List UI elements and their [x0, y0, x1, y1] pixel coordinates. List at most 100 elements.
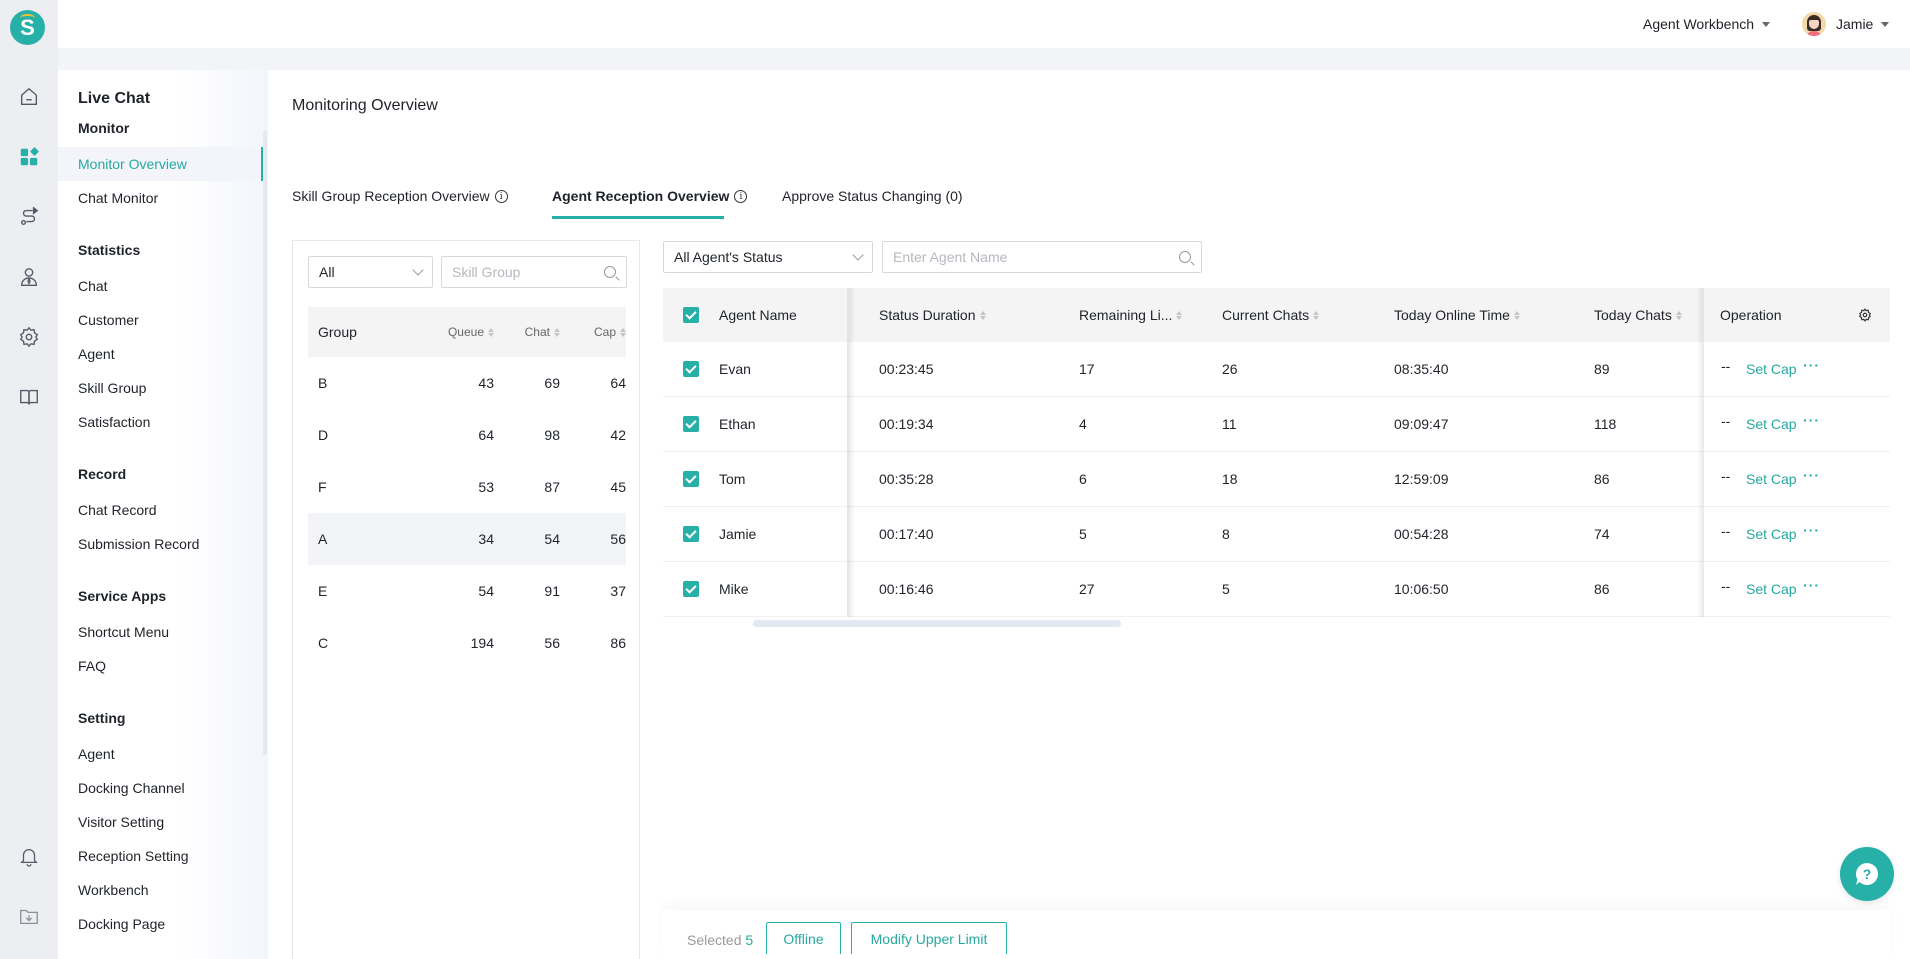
sidebar-item-skill-group[interactable]: Skill Group: [58, 371, 263, 405]
sidebar-item-docking-page[interactable]: Docking Page: [58, 907, 263, 941]
checkbox-checked-icon: [683, 361, 699, 377]
sidebar-item-satisfaction[interactable]: Satisfaction: [58, 405, 263, 439]
offline-button[interactable]: Offline: [766, 922, 841, 954]
more-actions-icon[interactable]: ···: [1803, 338, 1820, 392]
col-queue[interactable]: Queue: [428, 325, 494, 339]
group-filter-select[interactable]: All: [308, 256, 433, 288]
remaining-limit: 27: [1079, 581, 1095, 597]
select-all-checkbox[interactable]: [683, 288, 699, 342]
sidebar-item-chat[interactable]: Chat: [58, 269, 263, 303]
sort-icon[interactable]: [1176, 310, 1183, 320]
tab-skill-group-reception[interactable]: Skill Group Reception Overview i: [292, 188, 508, 218]
sidebar-item-submission-record[interactable]: Submission Record: [58, 527, 263, 561]
group-name: B: [318, 375, 328, 391]
more-actions-icon[interactable]: ···: [1803, 393, 1820, 447]
help-button[interactable]: ?: [1840, 847, 1894, 901]
group-table-row[interactable]: E 54 91 37: [308, 565, 626, 617]
sidebar-item-chat-monitor[interactable]: Chat Monitor: [58, 181, 263, 215]
row-checkbox[interactable]: [683, 397, 699, 451]
col-cap[interactable]: Cap: [560, 325, 626, 339]
col-status-duration[interactable]: Status Duration: [879, 288, 986, 342]
settings-icon[interactable]: [16, 324, 42, 350]
group-table-row[interactable]: F 53 87 45: [308, 461, 626, 513]
set-cap-link[interactable]: Set Cap: [1746, 342, 1797, 396]
agent-name-search-input[interactable]: [893, 249, 1179, 265]
sidebar-item-reception-setting[interactable]: Reception Setting: [58, 839, 263, 873]
group-queue: 43: [478, 375, 494, 391]
group-table-row[interactable]: B 43 69 64: [308, 357, 626, 409]
sidebar-item-agent[interactable]: Agent: [58, 737, 263, 771]
sort-icon[interactable]: [620, 327, 626, 337]
skill-group-search[interactable]: [441, 256, 627, 288]
agent-status-select[interactable]: All Agent's Status: [663, 241, 873, 273]
more-actions-icon[interactable]: ···: [1803, 448, 1820, 502]
search-icon[interactable]: [1179, 251, 1191, 263]
info-icon[interactable]: i: [734, 190, 748, 203]
group-chat: 54: [544, 531, 560, 547]
group-table-row[interactable]: A 34 54 56: [308, 513, 626, 565]
sidebar-item-chat-record[interactable]: Chat Record: [58, 493, 263, 527]
row-checkbox[interactable]: [683, 452, 699, 506]
sidebar-item-faq[interactable]: FAQ: [58, 649, 263, 683]
workbench-dropdown[interactable]: Agent Workbench: [1643, 0, 1771, 48]
row-checkbox[interactable]: [683, 342, 699, 396]
row-checkbox[interactable]: [683, 507, 699, 561]
horizontal-scrollbar[interactable]: [753, 620, 1121, 627]
sort-icon[interactable]: [1675, 310, 1682, 320]
set-cap-link[interactable]: Set Cap: [1746, 452, 1797, 506]
active-tab-indicator: [552, 216, 724, 219]
col-today-chats[interactable]: Today Chats: [1594, 288, 1682, 342]
tab-agent-reception[interactable]: Agent Reception Overview i: [552, 188, 748, 218]
sidebar-item-workbench[interactable]: Workbench: [58, 873, 263, 907]
col-agent-name: Agent Name: [719, 307, 797, 323]
download-folder-icon[interactable]: [16, 903, 42, 929]
book-icon[interactable]: [16, 384, 42, 410]
sidebar-item-docking-channel[interactable]: Docking Channel: [58, 771, 263, 805]
app-logo[interactable]: S: [10, 10, 45, 45]
sidebar-item-visitor-setting[interactable]: Visitor Setting: [58, 805, 263, 839]
user-menu[interactable]: Jamie: [1802, 0, 1890, 48]
skill-group-search-input[interactable]: [452, 264, 604, 280]
sidebar-item-shortcut-menu[interactable]: Shortcut Menu: [58, 615, 263, 649]
set-cap-link[interactable]: Set Cap: [1746, 562, 1797, 616]
routing-icon[interactable]: [16, 204, 42, 230]
bell-icon[interactable]: [16, 843, 42, 869]
group-name: E: [318, 583, 328, 599]
apps-grid-icon[interactable]: [16, 144, 42, 170]
sidebar-item-customer[interactable]: Customer: [58, 303, 263, 337]
agent-icon[interactable]: [16, 264, 42, 290]
sidebar-item-monitor-overview[interactable]: Monitor Overview: [58, 147, 263, 181]
group-table-row[interactable]: D 64 98 42: [308, 409, 626, 461]
set-cap-link[interactable]: Set Cap: [1746, 507, 1797, 561]
today-online-time: 10:06:50: [1394, 581, 1449, 597]
agent-name-search[interactable]: [882, 241, 1202, 273]
sort-icon[interactable]: [1513, 310, 1520, 320]
sub-sidebar: Live Chat Monitor Monitor Overview Chat Mo…: [58, 70, 268, 959]
home-icon[interactable]: [16, 84, 42, 110]
col-chat[interactable]: Chat: [494, 325, 560, 339]
today-online-time: 09:09:47: [1394, 416, 1449, 432]
more-actions-icon[interactable]: ···: [1803, 503, 1820, 557]
tab-approve-status-changing[interactable]: Approve Status Changing (0): [782, 188, 963, 218]
row-checkbox[interactable]: [683, 562, 699, 616]
sidebar-scrollbar[interactable]: [263, 130, 267, 755]
modify-upper-limit-button[interactable]: Modify Upper Limit: [851, 922, 1007, 954]
sort-icon[interactable]: [979, 310, 986, 320]
col-remaining-limit[interactable]: Remaining Li...: [1079, 288, 1183, 342]
sidebar-item-agent[interactable]: Agent: [58, 337, 263, 371]
more-actions-icon[interactable]: ···: [1803, 558, 1820, 612]
checkbox-checked-icon: [683, 416, 699, 432]
col-current-chats[interactable]: Current Chats: [1222, 288, 1320, 342]
set-cap-link[interactable]: Set Cap: [1746, 397, 1797, 451]
col-group: Group: [318, 324, 357, 340]
search-icon[interactable]: [604, 266, 616, 278]
group-table-row[interactable]: C 194 56 86: [308, 617, 626, 669]
page-title: Monitoring Overview: [292, 97, 438, 114]
today-online-time: 12:59:09: [1394, 471, 1449, 487]
group-table: Group Queue Chat Cap B 43 69 64 D 64 98 42 F 53 87…: [308, 307, 626, 669]
sort-icon[interactable]: [1313, 310, 1320, 320]
info-icon[interactable]: i: [494, 190, 508, 203]
column-settings-icon[interactable]: [1858, 288, 1872, 342]
agent-name: Tom: [719, 471, 746, 487]
col-today-online-time[interactable]: Today Online Time: [1394, 288, 1520, 342]
